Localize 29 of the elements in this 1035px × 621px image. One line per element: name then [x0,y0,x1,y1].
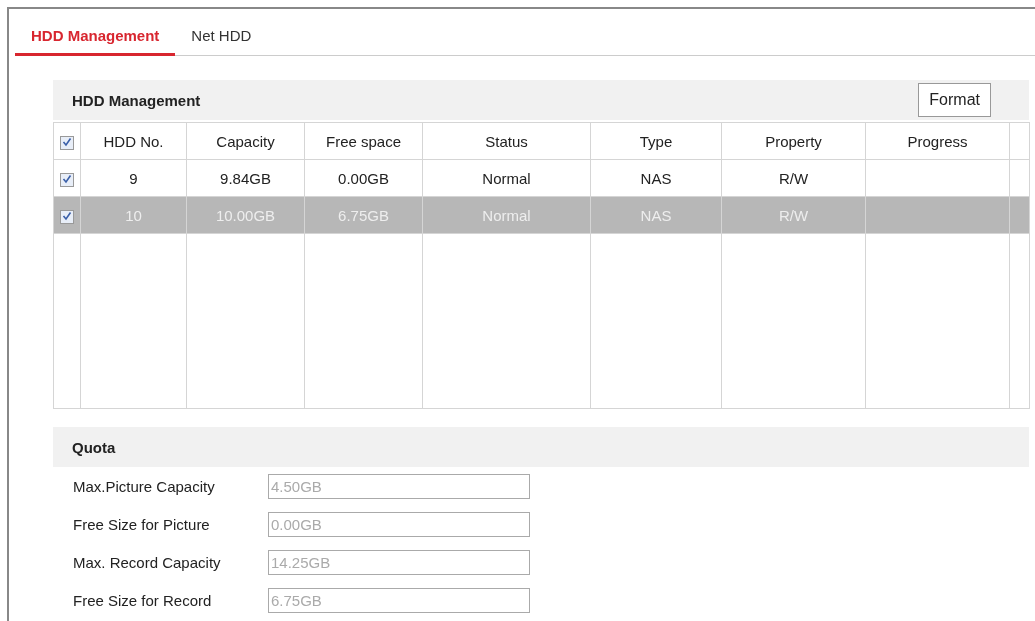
tab[interactable]: HDD Management [15,17,176,56]
section-title: Quota [72,438,116,456]
column-header: HDD No. [80,122,187,160]
checkmark-icon [62,136,72,147]
field-label: Free Size for Record [73,591,213,609]
table-cell: Normal [422,159,591,197]
field-label: Max. Record Capacity [73,553,222,571]
checkbox[interactable] [60,209,74,224]
column-header: Capacity [186,122,305,160]
column-header: Free space [304,122,423,160]
checkbox[interactable] [60,135,74,150]
table-cell: 9.84GB [186,159,305,197]
format-button[interactable]: Format [918,83,991,117]
table-cell: 9 [80,159,187,197]
column-header: Status [422,122,591,160]
panel-title: HDD Management [72,91,201,109]
field-label: Free Size for Picture [73,515,211,533]
column-header: Type [590,122,722,160]
column-header: Property [721,122,866,160]
table-cell: NAS [590,159,722,197]
checkbox[interactable] [60,172,74,187]
table-cell: 0.00GB [304,159,423,197]
checkmark-icon [62,210,72,221]
table-cell: R/W [721,159,866,197]
checkmark-icon [62,173,72,184]
field-label: Max.Picture Capacity [73,477,216,495]
tab[interactable]: Net HDD [175,17,268,56]
table-row[interactable]: 9 9.84GB 0.00GB Normal NAS R/W [53,159,1030,197]
column-header: Progress [865,122,1010,160]
